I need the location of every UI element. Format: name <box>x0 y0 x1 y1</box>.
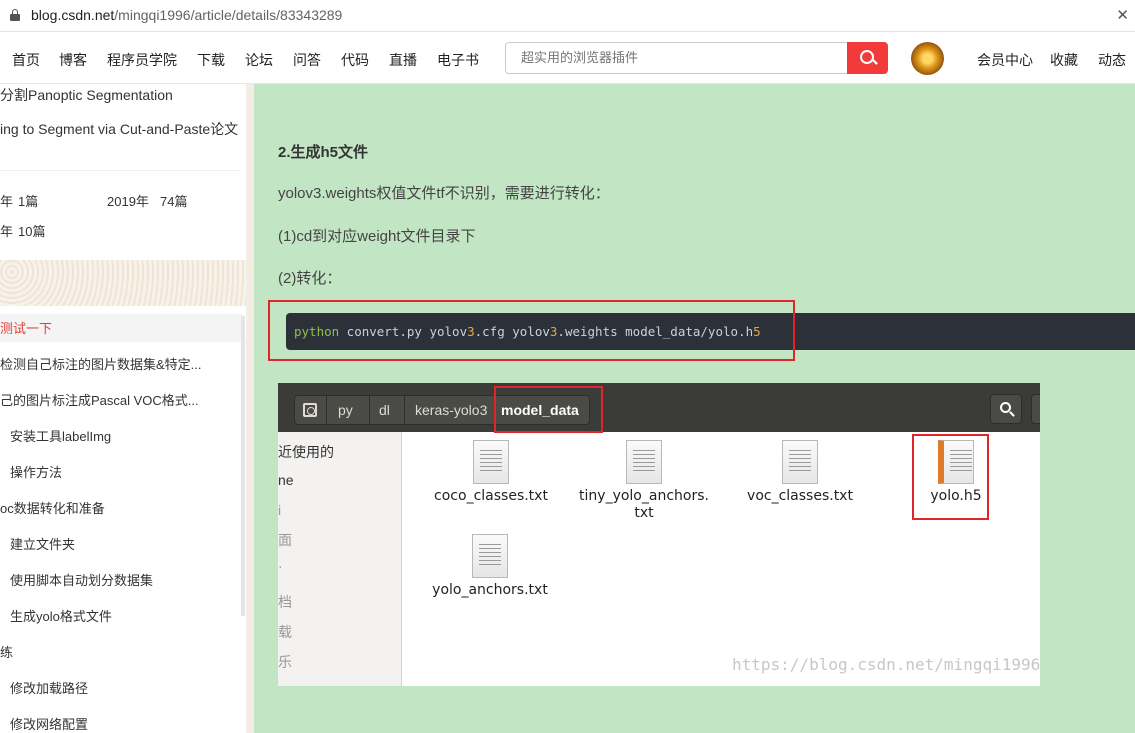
section-heading: 2.生成h5文件 <box>278 144 369 161</box>
search-box[interactable] <box>505 42 848 74</box>
file-name: coco_classes.txt <box>434 488 548 504</box>
file-item[interactable]: tiny_yolo_anchors. txt <box>569 440 719 522</box>
file-manager-screenshot: py dl keras-yolo3 model_data 近使用的 ne i 面… <box>278 383 1040 686</box>
file-name: yolo_anchors.txt <box>432 582 548 598</box>
highlight-box <box>912 434 989 520</box>
file-item[interactable]: voc_classes.txt <box>725 440 875 505</box>
url-path: /mingqi1996/article/details/83343289 <box>114 7 343 23</box>
text-file-icon <box>473 440 509 484</box>
toc-item[interactable]: 己的图片标注成Pascal VOC格式... <box>0 390 199 409</box>
paragraph: (1)cd到对应weight文件目录下 <box>278 228 476 245</box>
places-item[interactable]: 乐 <box>278 652 292 672</box>
nav-member-center[interactable]: 会员中心 <box>977 50 1033 70</box>
divider <box>0 170 240 171</box>
left-sidebar: 分割Panoptic Segmentation ing to Segment v… <box>0 84 246 733</box>
table-of-contents: 测试一下 检测自己标注的图片数据集&特定... 己的图片标注成Pascal VO… <box>0 308 246 733</box>
places-item[interactable]: 档 <box>278 592 292 612</box>
archive-year[interactable]: 年 <box>0 221 13 240</box>
file-name: voc_classes.txt <box>747 488 853 504</box>
toc-item[interactable]: 练 <box>0 642 13 661</box>
home-icon[interactable] <box>303 403 317 417</box>
related-card: 分割Panoptic Segmentation ing to Segment v… <box>0 84 246 260</box>
text-file-icon <box>472 534 508 578</box>
nav-qa[interactable]: 问答 <box>293 50 321 70</box>
archive-count[interactable]: 1篇 <box>18 191 38 210</box>
avatar[interactable] <box>911 42 944 75</box>
nav-download[interactable]: 下载 <box>197 50 225 70</box>
crumb-item[interactable]: keras-yolo3 <box>415 402 487 418</box>
places-item[interactable]: 近使用的 <box>278 442 334 462</box>
crumb-item[interactable]: py <box>338 402 353 418</box>
toc-item[interactable]: 测试一下 <box>0 318 52 337</box>
nav-code[interactable]: 代码 <box>341 50 369 70</box>
archive-year[interactable]: 2019年 <box>107 191 149 210</box>
nav-live[interactable]: 直播 <box>389 50 417 70</box>
crumb-item[interactable]: dl <box>379 402 390 418</box>
toc-item[interactable]: 修改加载路径 <box>10 678 88 697</box>
text-file-icon <box>782 440 818 484</box>
search-input[interactable] <box>521 50 831 65</box>
related-link[interactable]: 分割Panoptic Segmentation <box>0 85 173 105</box>
file-manager-toolbar: py dl keras-yolo3 model_data <box>278 383 1040 432</box>
places-item[interactable]: 面 <box>278 530 292 550</box>
places-item[interactable]: · <box>278 558 283 574</box>
file-item[interactable]: coco_classes.txt <box>416 440 566 505</box>
nav-home[interactable]: 首页 <box>12 50 40 70</box>
archive-count[interactable]: 10篇 <box>18 221 45 240</box>
file-item[interactable]: yolo_anchors.txt <box>415 534 565 599</box>
archive-count[interactable]: 74篇 <box>160 191 187 210</box>
decorative-pattern <box>0 260 246 306</box>
places-item[interactable]: i <box>278 502 281 518</box>
paragraph: yolov3.weights权值文件tf不识别，需要进行转化： <box>278 185 610 202</box>
toc-item[interactable]: 安装工具labelImg <box>10 426 111 445</box>
url-host: blog.csdn.net <box>31 7 115 23</box>
toc-scrollbar[interactable] <box>241 316 245 616</box>
lock-icon <box>10 9 20 21</box>
related-link[interactable]: ing to Segment via Cut-and-Paste论文 <box>0 119 238 139</box>
toc-item[interactable]: 修改网络配置 <box>10 714 88 733</box>
watermark: https://blog.csdn.net/mingqi1996 <box>732 655 1041 674</box>
nav-activity[interactable]: 动态 <box>1098 50 1126 70</box>
article-content: 2.生成h5文件 yolov3.weights权值文件tf不识别，需要进行转化：… <box>254 84 1135 733</box>
file-search-button[interactable] <box>990 394 1022 424</box>
places-item[interactable]: 载 <box>278 622 292 642</box>
toc-item[interactable]: 操作方法 <box>10 462 62 481</box>
nav-ebook[interactable]: 电子书 <box>437 50 479 70</box>
url-text[interactable]: blog.csdn.net/mingqi1996/article/details… <box>31 7 342 23</box>
places-item[interactable]: ne <box>278 472 294 488</box>
file-manager-sidebar: 近使用的 ne i 面 · 档 载 乐 <box>278 432 402 686</box>
toc-item[interactable]: 生成yolo格式文件 <box>10 606 112 625</box>
toc-item[interactable]: 使用脚本自动划分数据集 <box>10 570 153 589</box>
highlight-box <box>268 300 795 361</box>
close-icon[interactable]: ✕ <box>1116 6 1129 24</box>
nav-blog[interactable]: 博客 <box>59 50 87 70</box>
toolbar-button[interactable] <box>1031 394 1040 424</box>
browser-address-bar[interactable]: blog.csdn.net/mingqi1996/article/details… <box>0 0 1135 32</box>
archive-year[interactable]: 年 <box>0 191 13 210</box>
text-file-icon <box>626 440 662 484</box>
nav-favorites[interactable]: 收藏 <box>1050 50 1078 70</box>
toc-item[interactable]: oc数据转化和准备 <box>0 498 105 517</box>
site-nav: 首页 博客 程序员学院 下载 论坛 问答 代码 直播 电子书 会员中心 收藏 动… <box>0 32 1135 84</box>
search-icon <box>860 50 874 64</box>
search-button[interactable] <box>847 42 888 74</box>
toc-item[interactable]: 检测自己标注的图片数据集&特定... <box>0 354 202 373</box>
nav-academy[interactable]: 程序员学院 <box>107 50 177 70</box>
file-name: tiny_yolo_anchors. txt <box>579 488 709 521</box>
paragraph: (2)转化： <box>278 270 342 287</box>
highlight-box <box>494 386 603 433</box>
sidebar-gutter <box>246 84 254 733</box>
nav-forum[interactable]: 论坛 <box>245 50 273 70</box>
toc-item[interactable]: 建立文件夹 <box>10 534 75 553</box>
